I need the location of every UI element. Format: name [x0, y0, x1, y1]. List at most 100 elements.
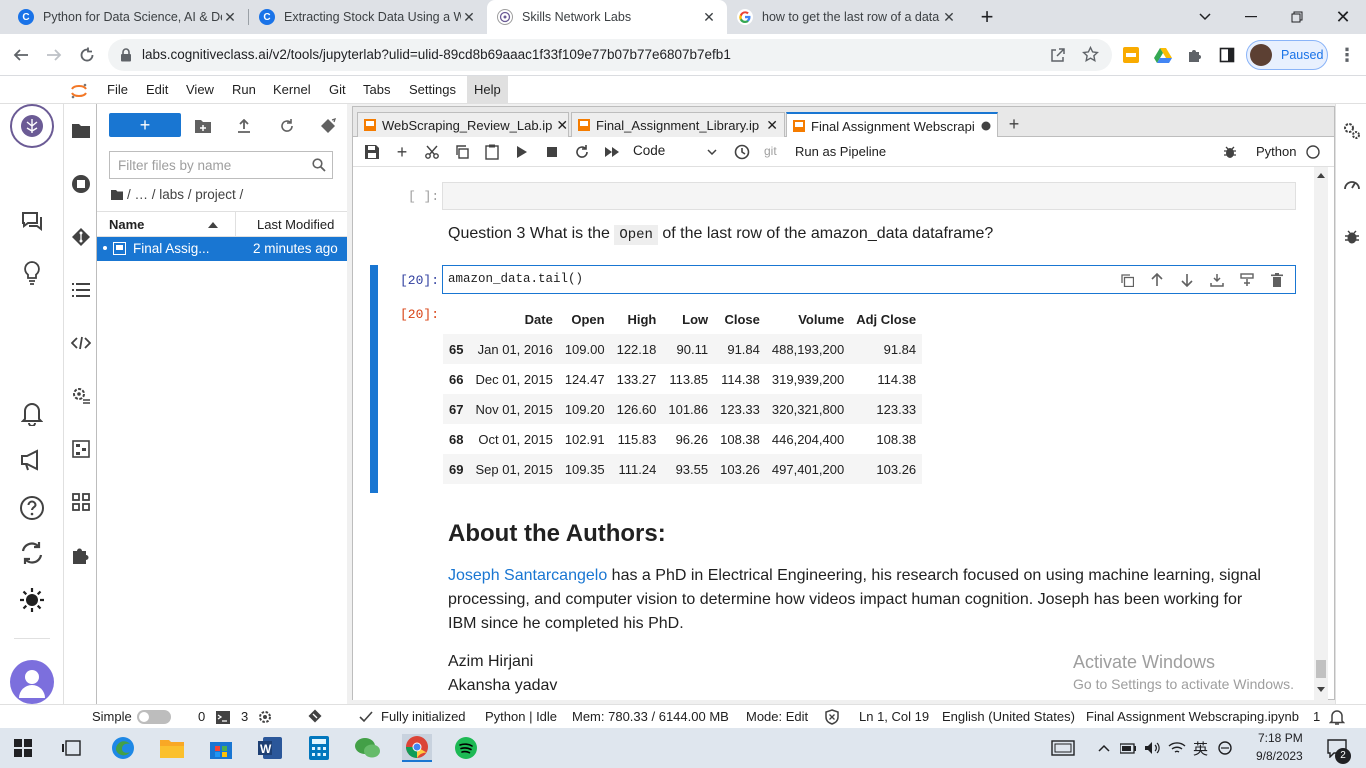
upload-icon[interactable]: [234, 116, 254, 136]
sync-arrows-icon[interactable]: [18, 539, 46, 567]
running-stop-icon[interactable]: [70, 173, 92, 195]
doc-tab-final-assignment-library[interactable]: Final_Assignment_Library.ip ✕: [571, 112, 785, 137]
pipeline-icon[interactable]: [70, 438, 92, 460]
wifi-icon[interactable]: [1166, 734, 1188, 762]
paste-clipboard-icon[interactable]: [483, 143, 501, 161]
skills-network-logo-icon[interactable]: [10, 104, 54, 148]
browser-tab-extracting-stock[interactable]: C Extracting Stock Data Using a We ✕: [249, 0, 487, 34]
scroll-thumb[interactable]: [1316, 660, 1326, 678]
git-icon[interactable]: [70, 226, 92, 248]
kernel-status[interactable]: Python | Idle: [485, 709, 557, 724]
folder-icon[interactable]: [70, 119, 92, 141]
new-tab-plus-icon[interactable]: +: [964, 0, 1010, 34]
resource-gauge-icon[interactable]: [1342, 174, 1362, 194]
tab-search-chevron-icon[interactable]: [1182, 0, 1228, 34]
breadcrumb[interactable]: / … / labs / project /: [111, 187, 243, 202]
clock-date[interactable]: 9/8/2023: [1256, 749, 1303, 763]
brightness-sun-icon[interactable]: [18, 586, 46, 614]
clock-time[interactable]: 7:18 PM: [1258, 731, 1303, 745]
insert-below-icon[interactable]: [1239, 272, 1255, 288]
back-arrow-icon[interactable]: [10, 44, 32, 66]
help-question-icon[interactable]: [18, 494, 46, 522]
simple-mode-toggle[interactable]: [137, 710, 171, 724]
browser-tab-skills-network[interactable]: Skills Network Labs ✕: [487, 0, 727, 34]
windows-start-icon[interactable]: [8, 734, 38, 762]
edge-browser-icon[interactable]: [108, 734, 138, 762]
close-icon[interactable]: ✕: [701, 9, 717, 26]
insert-cell-plus-icon[interactable]: +: [393, 142, 411, 162]
calculator-icon[interactable]: [304, 734, 334, 762]
word-icon[interactable]: W: [255, 734, 285, 762]
close-icon[interactable]: ✕: [941, 9, 957, 26]
unsaved-dot-icon[interactable]: [977, 121, 991, 131]
git-clone-icon[interactable]: [318, 116, 338, 136]
notification-bell-icon[interactable]: [1329, 709, 1345, 725]
extension-yellow-icon[interactable]: [1120, 44, 1142, 66]
microsoft-store-icon[interactable]: [206, 734, 236, 762]
close-window-icon[interactable]: ✕: [1320, 0, 1366, 34]
active-cell-indicator[interactable]: [370, 265, 378, 493]
notification-count[interactable]: 1: [1313, 709, 1320, 724]
file-filter-input[interactable]: [110, 152, 300, 178]
user-avatar-icon[interactable]: [10, 660, 54, 704]
tray-chevron-up-icon[interactable]: [1094, 734, 1114, 762]
browser-tab-google-search[interactable]: how to get the last row of a data ✕: [727, 0, 967, 34]
keyboard-ime-icon[interactable]: [1048, 734, 1078, 762]
lock-icon[interactable]: [120, 48, 132, 62]
forward-arrow-icon[interactable]: [43, 44, 65, 66]
code-snippets-icon[interactable]: [70, 332, 92, 354]
chrome-icon[interactable]: [402, 734, 432, 762]
ime-language-indicator[interactable]: 英: [1193, 738, 1208, 759]
code-text[interactable]: amazon_data.tail(): [448, 272, 583, 286]
notification-bell-icon[interactable]: [18, 399, 46, 427]
menu-view[interactable]: View: [179, 76, 221, 104]
git-diff-button[interactable]: git: [764, 144, 777, 158]
cursor-position[interactable]: Ln 1, Col 19: [859, 709, 929, 724]
kernel-count[interactable]: 3: [241, 709, 248, 724]
kernel-name[interactable]: Python: [1256, 144, 1296, 159]
copy-icon[interactable]: [453, 143, 471, 161]
terminal-count[interactable]: 0: [198, 709, 205, 724]
google-drive-icon[interactable]: [1152, 44, 1174, 66]
close-icon[interactable]: ✕: [222, 9, 238, 26]
run-all-fast-forward-icon[interactable]: [603, 143, 621, 161]
kernel-gear-icon[interactable]: [258, 710, 272, 724]
close-icon[interactable]: ✕: [461, 9, 477, 26]
chat-icon[interactable]: [18, 207, 46, 235]
table-of-contents-icon[interactable]: [70, 279, 92, 301]
git-branch-icon[interactable]: [308, 709, 322, 723]
reload-icon[interactable]: [76, 44, 98, 66]
menu-run[interactable]: Run: [225, 76, 263, 104]
empty-code-cell[interactable]: [442, 182, 1296, 210]
doc-tab-webscraping-review[interactable]: WebScraping_Review_Lab.ip ✕: [357, 112, 569, 137]
clock-icon[interactable]: [733, 143, 751, 161]
menu-tabs[interactable]: Tabs: [356, 76, 397, 104]
breadcrumb-path[interactable]: / … / labs / project /: [127, 187, 243, 202]
move-down-arrow-icon[interactable]: [1179, 272, 1195, 288]
lsp-status-icon[interactable]: [359, 711, 373, 723]
address-bar[interactable]: labs.cognitiveclass.ai/v2/tools/jupyterl…: [108, 39, 1112, 71]
menu-edit[interactable]: Edit: [139, 76, 175, 104]
run-as-pipeline-button[interactable]: Run as Pipeline: [795, 144, 886, 159]
bookmark-star-icon[interactable]: [1082, 46, 1099, 63]
terminal-icon[interactable]: [216, 711, 230, 724]
kebab-menu-icon[interactable]: ⋮: [1336, 44, 1358, 66]
lightbulb-icon[interactable]: [18, 259, 46, 287]
file-list-item[interactable]: Final Assig... 2 minutes ago: [97, 237, 347, 261]
doc-tab-final-assignment-webscraping[interactable]: Final Assignment Webscrapi: [786, 112, 998, 138]
property-inspector-gears-icon[interactable]: [70, 385, 92, 407]
duplicate-cell-icon[interactable]: [1119, 272, 1135, 288]
notebook-scrollbar[interactable]: [1314, 167, 1328, 700]
delete-trash-icon[interactable]: [1269, 272, 1285, 288]
lsp-status[interactable]: Fully initialized: [381, 709, 466, 724]
task-view-icon[interactable]: [56, 734, 86, 762]
stop-square-icon[interactable]: [543, 143, 561, 161]
debugger-bug-icon[interactable]: [1342, 227, 1362, 247]
refresh-icon[interactable]: [277, 116, 297, 136]
chevron-down-icon[interactable]: [703, 143, 721, 161]
new-folder-icon[interactable]: [193, 116, 213, 136]
spellcheck-language[interactable]: English (United States): [942, 709, 1075, 724]
megaphone-icon[interactable]: [18, 446, 46, 474]
run-play-icon[interactable]: [513, 143, 531, 161]
profile-paused-button[interactable]: Paused: [1246, 40, 1328, 70]
